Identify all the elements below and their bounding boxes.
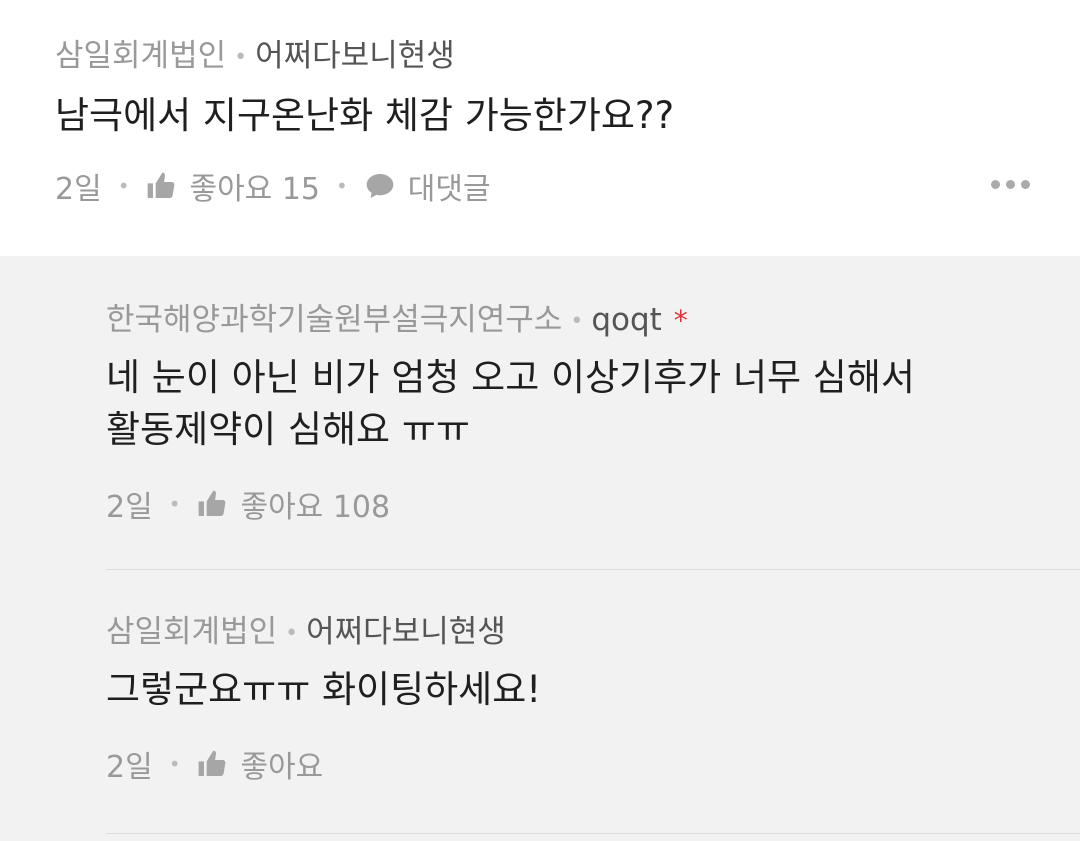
reply-text: 그렇군요ㅠㅠ 화이팅하세요! <box>106 667 542 711</box>
like-count: 좋아요 108 <box>240 489 391 525</box>
meta-separator: • <box>570 308 584 334</box>
comment-actions: 2일 • 좋아요 15 • 대댓글 <box>55 164 1080 208</box>
comment-text: 남극에서 지구온난화 체감 가능한가요?? <box>55 93 675 137</box>
reply-text-line: 네 눈이 아닌 비가 엄청 오고 이상기후가 너무 심해서 <box>106 355 915 399</box>
reply-text-line: 활동제약이 심해요 ㅠㅠ <box>106 407 470 451</box>
thumbs-up-icon <box>148 172 175 198</box>
reply-item: 한국해양과학기술원부설극지연구소 • qoqt * 네 눈이 아닌 비가 엄청 오고 … <box>106 256 1080 570</box>
author-company[interactable]: 삼일회계법인 <box>55 38 226 74</box>
like-button[interactable]: 좋아요 <box>196 742 323 786</box>
author-company[interactable]: 한국해양과학기술원부설극지연구소 <box>106 302 562 338</box>
reply-button[interactable]: 대댓글 <box>364 164 491 208</box>
author-nickname[interactable]: qoqt <box>591 302 661 338</box>
comment-card: 삼일회계법인 • 어쩌다보니현생 남극에서 지구온난화 체감 가능한가요?? 2일 … <box>0 0 1080 256</box>
meta-separator: • <box>285 620 299 646</box>
like-button[interactable]: 좋아요 15 <box>145 164 320 208</box>
thumbs-up-icon <box>199 490 226 516</box>
reply-time: 2일 <box>106 749 153 785</box>
author-nickname[interactable]: 어쩌다보니현생 <box>306 614 506 650</box>
reply-meta: 한국해양과학기술원부설극지연구소 • qoqt * <box>106 300 1080 342</box>
like-count: 좋아요 15 <box>189 171 320 207</box>
meta-separator: • <box>234 44 248 70</box>
action-separator: • <box>168 751 181 776</box>
thumbs-up-icon <box>199 750 226 776</box>
action-separator: • <box>168 491 181 516</box>
speech-bubble-icon <box>366 173 394 198</box>
like-button[interactable]: 좋아요 108 <box>196 482 390 526</box>
action-separator: • <box>336 173 348 198</box>
author-nickname[interactable]: 어쩌다보니현생 <box>255 38 455 74</box>
reply-time: 2일 <box>106 489 153 525</box>
author-company[interactable]: 삼일회계법인 <box>106 614 277 650</box>
like-label: 좋아요 <box>240 749 324 785</box>
reply-text: 네 눈이 아닌 비가 엄청 오고 이상기후가 너무 심해서 활동제약이 심해요 … <box>106 352 1080 456</box>
comment-meta: 삼일회계법인 • 어쩌다보니현생 <box>55 36 1080 78</box>
reply-item: 삼일회계법인 • 어쩌다보니현생 그렇군요ㅠㅠ 화이팅하세요! 2일 • 좋아요 <box>106 570 1080 834</box>
comment-time: 2일 <box>55 171 102 207</box>
reply-meta: 삼일회계법인 • 어쩌다보니현생 <box>106 612 1080 654</box>
more-options-icon[interactable] <box>991 180 1030 189</box>
reply-actions: 2일 • 좋아요 108 <box>106 482 1080 526</box>
reply-label: 대댓글 <box>407 171 491 207</box>
author-badge: * <box>673 304 688 337</box>
action-separator: • <box>117 173 130 198</box>
reply-actions: 2일 • 좋아요 <box>106 742 1080 786</box>
replies-section: 한국해양과학기술원부설극지연구소 • qoqt * 네 눈이 아닌 비가 엄청 오고 … <box>0 256 1080 841</box>
